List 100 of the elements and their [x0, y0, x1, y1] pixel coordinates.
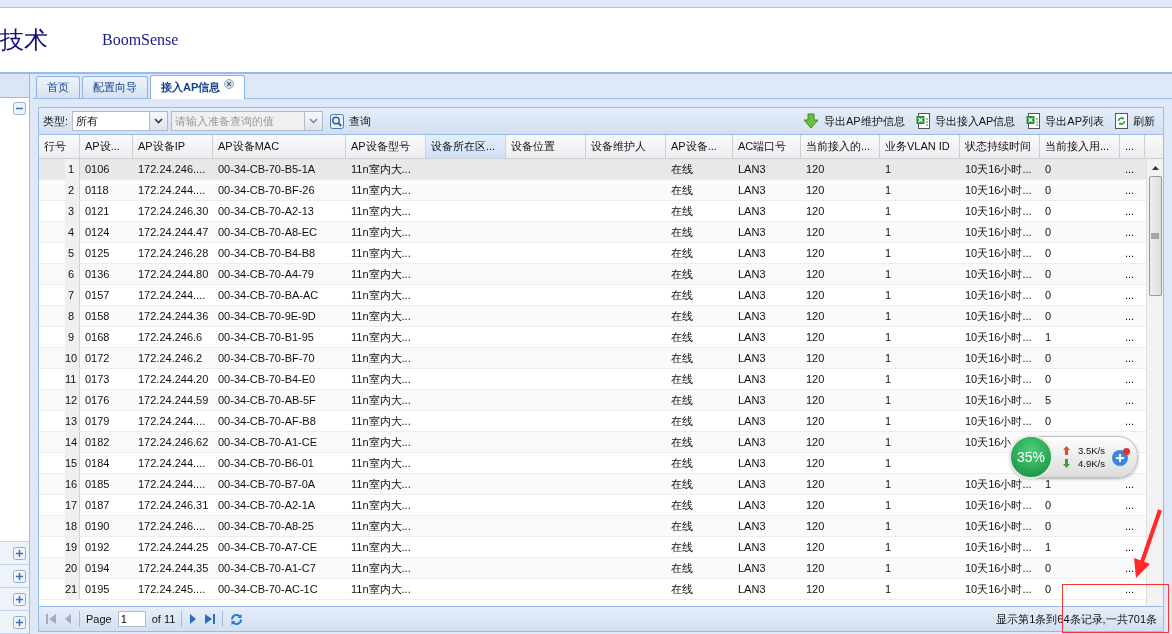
page-field[interactable]: 1 [117, 611, 146, 627]
expand-icon[interactable] [13, 615, 26, 629]
column-header[interactable]: AP设备MAC [213, 135, 346, 158]
table-cell: 1 [885, 457, 892, 469]
add-icon[interactable] [1110, 447, 1131, 467]
row-number: 3 [65, 201, 80, 221]
expand-icon[interactable] [13, 592, 26, 606]
scroll-thumb[interactable] [1148, 176, 1162, 296]
column-header[interactable]: AP设... [80, 135, 133, 158]
table-cell: 11n室内大... [351, 331, 411, 343]
table-cell: 在线 [671, 352, 693, 364]
scroll-up-icon[interactable] [1150, 165, 1160, 171]
table-cell: 00-34-CB-70-A2-13 [218, 205, 314, 217]
expand-icon[interactable] [13, 569, 26, 583]
column-header[interactable]: AC端口号 [733, 135, 801, 158]
table-cell: 1 [885, 352, 892, 364]
table-row[interactable]: 3 0121 172.24.246.30 00-34-CB-70-A2-13 11n室内大... 在线 LAN3 120 1 10天16小时... 0 ... [39, 201, 1146, 222]
scrollbar[interactable] [1146, 159, 1163, 606]
table-cell: 10天16小时... [965, 247, 1032, 259]
table-cell: 1 [885, 562, 892, 574]
last-page-icon[interactable] [204, 613, 217, 625]
table-cell: 00-34-CB-70-B5-1A [218, 163, 316, 175]
close-icon[interactable] [224, 79, 235, 89]
tab[interactable]: 接入AP信息 [150, 75, 246, 99]
table-row[interactable]: 6 0136 172.24.244.80 00-34-CB-70-A4-79 11n室内大... 在线 LAN3 120 1 10天16小时... 0 ... [39, 264, 1146, 285]
table-cell: 10天16小时... [965, 394, 1032, 406]
app-title: 技术 [0, 26, 49, 55]
table-row[interactable]: 17 0187 172.24.246.31 00-34-CB-70-A2-1A 11n室内大... 在线 LAN3 120 1 10天16小时... 0 ... [39, 495, 1146, 516]
column-header[interactable]: 设备维护人 [586, 135, 666, 158]
table-cell: 0 [1045, 352, 1052, 364]
table-row[interactable]: 2 0118 172.24.244.... 00-34-CB-70-BF-26 11n室内大... 在线 LAN3 120 1 10天16小时... 0 ... [39, 180, 1146, 201]
column-header[interactable]: 业务VLAN ID [880, 135, 960, 158]
table-cell: 120 [806, 184, 825, 196]
toolbar-button[interactable]: 刷新 [1111, 112, 1159, 130]
tab[interactable]: 配置向导 [82, 76, 148, 98]
table-cell: 172.24.244.47 [138, 226, 209, 238]
tab[interactable]: 首页 [36, 76, 80, 98]
column-header[interactable]: 当前接入用... [1040, 135, 1120, 158]
table-cell: LAN3 [738, 205, 766, 217]
table-row[interactable]: 11 0173 172.24.244.20 00-34-CB-70-B4-E0 11n室内大... 在线 LAN3 120 1 10天16小时... 0 ... [39, 369, 1146, 390]
collapse-icon[interactable] [13, 102, 26, 115]
column-header[interactable]: 状态持续时间 [960, 135, 1040, 158]
table-cell: 120 [806, 499, 825, 511]
column-header[interactable]: 当前接入的... [801, 135, 880, 158]
table-cell: 在线 [671, 205, 693, 217]
toolbar-button[interactable]: 导出AP维护信息 [798, 112, 909, 130]
expand-icon[interactable] [13, 546, 26, 560]
table-cell: ... [1125, 373, 1135, 385]
table-row[interactable]: 7 0157 172.24.244.... 00-34-CB-70-BA-AC 11n室内大... 在线 LAN3 120 1 10天16小时... 0 ... [39, 285, 1146, 306]
table-cell: 120 [806, 583, 825, 595]
table-row[interactable]: 5 0125 172.24.246.28 00-34-CB-70-B4-B8 11n室内大... 在线 LAN3 120 1 10天16小时... 0 ... [39, 243, 1146, 264]
table-cell: 1 [885, 310, 892, 322]
speed-widget[interactable]: 35% 3.5K/s 4.9K/s [1010, 436, 1138, 478]
table-cell: 11n室内大... [351, 562, 411, 574]
table-row[interactable]: 10 0172 172.24.246.2 00-34-CB-70-BF-70 11n室内大... 在线 LAN3 120 1 10天16小时... 0 ... [39, 348, 1146, 369]
table-cell: 00-34-CB-70-A2-1A [218, 499, 316, 511]
toolbar-button[interactable]: 导出AP列表 [1022, 112, 1108, 130]
search-button[interactable]: 查询 [326, 112, 376, 130]
table-cell: ... [1125, 478, 1135, 490]
table-cell: 0157 [85, 289, 110, 301]
table-cell: 00-34-CB-70-A4-79 [218, 268, 314, 280]
toolbar-button[interactable]: 导出接入AP信息 [911, 112, 1020, 130]
table-row[interactable]: 4 0124 172.24.244.47 00-34-CB-70-A8-EC 11n室内大... 在线 LAN3 120 1 10天16小时... 0 ... [39, 222, 1146, 243]
column-header[interactable]: ... [1120, 135, 1145, 158]
table-row[interactable]: 19 0192 172.24.244.25 00-34-CB-70-A7-CE 11n室内大... 在线 LAN3 120 1 10天16小时... 1 ... [39, 537, 1146, 558]
table-row[interactable]: 13 0179 172.24.244.... 00-34-CB-70-AF-B8 11n室内大... 在线 LAN3 120 1 10天16小时... 0 ... [39, 411, 1146, 432]
column-header[interactable]: AP设备IP [133, 135, 213, 158]
type-dropdown[interactable]: 所有 [72, 111, 169, 131]
table-cell: ... [1125, 163, 1135, 175]
column-header[interactable]: AP设备... [666, 135, 733, 158]
row-number: 5 [65, 243, 80, 263]
table-cell: 0125 [85, 247, 110, 259]
table-cell: 11n室内大... [351, 205, 411, 217]
column-header[interactable]: 设备位置 [506, 135, 586, 158]
table-cell: 00-34-CB-70-A8-EC [218, 226, 318, 238]
table-cell: 120 [806, 226, 825, 238]
table-cell: 0121 [85, 205, 110, 217]
table-row[interactable]: 18 0190 172.24.246.... 00-34-CB-70-A8-25 11n室内大... 在线 LAN3 120 1 10天16小时... 0 ... [39, 516, 1146, 537]
table-cell: 0168 [85, 331, 110, 343]
table-row[interactable]: 1 0106 172.24.246.... 00-34-CB-70-B5-1A 11n室内大... 在线 LAN3 120 1 10天16小时... 0 ... [39, 159, 1146, 180]
refresh-icon[interactable] [229, 611, 245, 627]
table-cell: 1 [1045, 331, 1052, 343]
table-cell: 120 [806, 394, 825, 406]
search-field[interactable]: 请输入准备查询的值 [171, 111, 324, 131]
table-cell: 1 [885, 541, 892, 553]
table-row[interactable]: 8 0158 172.24.244.36 00-34-CB-70-9E-9D 11n室内大... 在线 LAN3 120 1 10天16小时... 0 ... [39, 306, 1146, 327]
table-cell: 172.24.246.6 [138, 331, 203, 343]
table-row[interactable]: 16 0185 172.24.244.... 00-34-CB-70-B7-0A 11n室内大... 在线 LAN3 120 1 10天16小时... 1 ... [39, 474, 1146, 495]
table-cell: 120 [806, 310, 825, 322]
table-row[interactable]: 20 0194 172.24.244.35 00-34-CB-70-A1-C7 11n室内大... 在线 LAN3 120 1 10天16小时... 0 ... [39, 558, 1146, 579]
table-cell: 1 [1045, 541, 1052, 553]
table-cell: 00-34-CB-70-BF-70 [218, 352, 315, 364]
table-row[interactable]: 9 0168 172.24.246.6 00-34-CB-70-B1-95 11n室内大... 在线 LAN3 120 1 10天16小时... 1 ... [39, 327, 1146, 348]
column-header[interactable]: 行号 [39, 135, 80, 158]
table-cell: 172.24.245.... [138, 583, 206, 595]
table-row[interactable]: 12 0176 172.24.244.59 00-34-CB-70-AB-5F 11n室内大... 在线 LAN3 120 1 10天16小时... 5 ... [39, 390, 1146, 411]
column-header[interactable]: 设备所在区... [426, 135, 506, 158]
table-row[interactable]: 21 0195 172.24.245.... 00-34-CB-70-AC-1C 11n室内大... 在线 LAN3 120 1 10天16小时... 0 ... [39, 579, 1146, 600]
table-cell: 10天16小时... [965, 205, 1032, 217]
table-cell: 在线 [671, 373, 693, 385]
